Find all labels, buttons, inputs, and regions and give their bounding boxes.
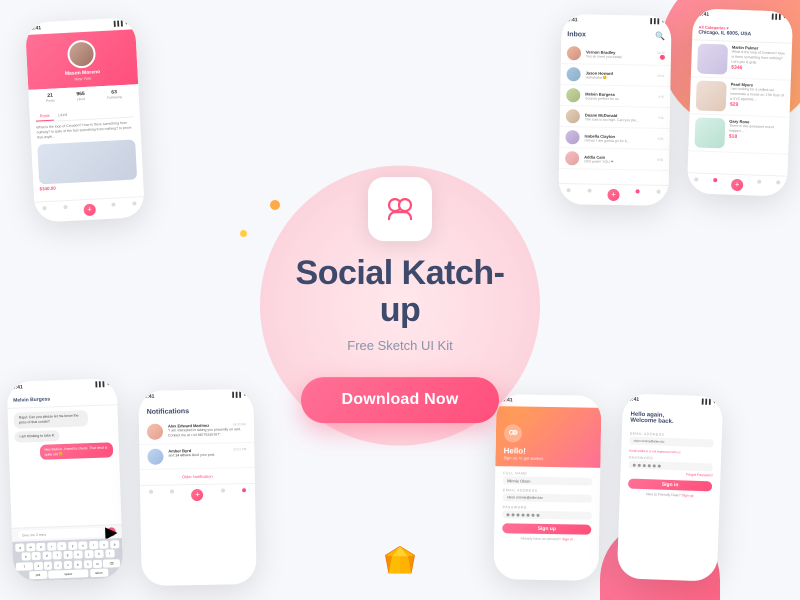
profile-footer: + — [34, 196, 145, 223]
inbox-list: Vernon Bradley Yes sir meet you today! 1… — [559, 43, 671, 185]
signup-body: FULL NAME Minnie Olson EMAIL ADDRESS ols… — [493, 466, 600, 581]
listings-list: Martin Palmer What is the loop of Creati… — [688, 40, 793, 175]
profile-location: New York — [74, 76, 91, 82]
signup-header: Hello! Sign up, to get started. — [495, 406, 601, 468]
notif-footer: + — [140, 483, 255, 506]
download-button[interactable]: Download Now — [301, 377, 498, 423]
phone-chat: 9:41 ▐▐▐ ▼ Melvin Burgess Rajul: Can you… — [7, 378, 124, 582]
avatar — [67, 39, 96, 68]
orange-dot-1 — [270, 200, 280, 210]
app-icon — [368, 177, 432, 241]
signup-button[interactable]: Sign up — [502, 523, 591, 535]
signin-button[interactable]: Sign in — [628, 479, 712, 492]
profile-header: Mason Moreno New York — [25, 29, 138, 90]
phone-notifications: 9:41 ▐▐▐ ▼ Notifications Alex Edward Mar… — [138, 389, 256, 586]
profile-body: Posts Liked What is the loop of Creation… — [29, 102, 144, 202]
phone-listings: 9:41 ▐▐▐ ▼ All Categories ▾ Chicago, IL … — [687, 8, 793, 196]
sketch-logo — [382, 544, 418, 580]
notif-item-2: Amber Byrd 03:31 PM and 14 others liked … — [139, 443, 254, 470]
chat-body: Rajul: Can you please let me know the pr… — [7, 405, 121, 528]
center-content: Social Katch-up Free Sketch UI Kit Downl… — [290, 177, 510, 423]
orange-dot-2 — [240, 230, 247, 237]
app-title: Social Katch-up — [290, 255, 510, 330]
inbox-footer: + — [558, 183, 668, 206]
app-subtitle: Free Sketch UI Kit — [290, 338, 510, 353]
login-form: EMAIL ADDRESS olson.minnie@ellen.biz Ema… — [617, 427, 722, 581]
phone-login: 9:41 ▐▐▐ ▼ Hello again, Welcome back. EM… — [617, 393, 723, 581]
inbox-header: Inbox 🔍 — [561, 26, 671, 45]
notif-title: Notifications — [139, 401, 254, 420]
phone-profile: 9:41 ▐▐▐ ▼ Mason Moreno New York 21Posts… — [25, 17, 145, 222]
keyboard: qwe rty uiop asd fgh jkl ⇧ zxc vbnm ⌫ 12… — [12, 538, 123, 582]
notif-item-1: Alex Edward Martinez 06:32 AM "I am inte… — [139, 418, 254, 445]
listings-footer: + — [687, 172, 788, 196]
phone-inbox: 9:41 ▐▐▐ ▼ Inbox 🔍 Vernon Bradley Yes si… — [558, 14, 671, 206]
